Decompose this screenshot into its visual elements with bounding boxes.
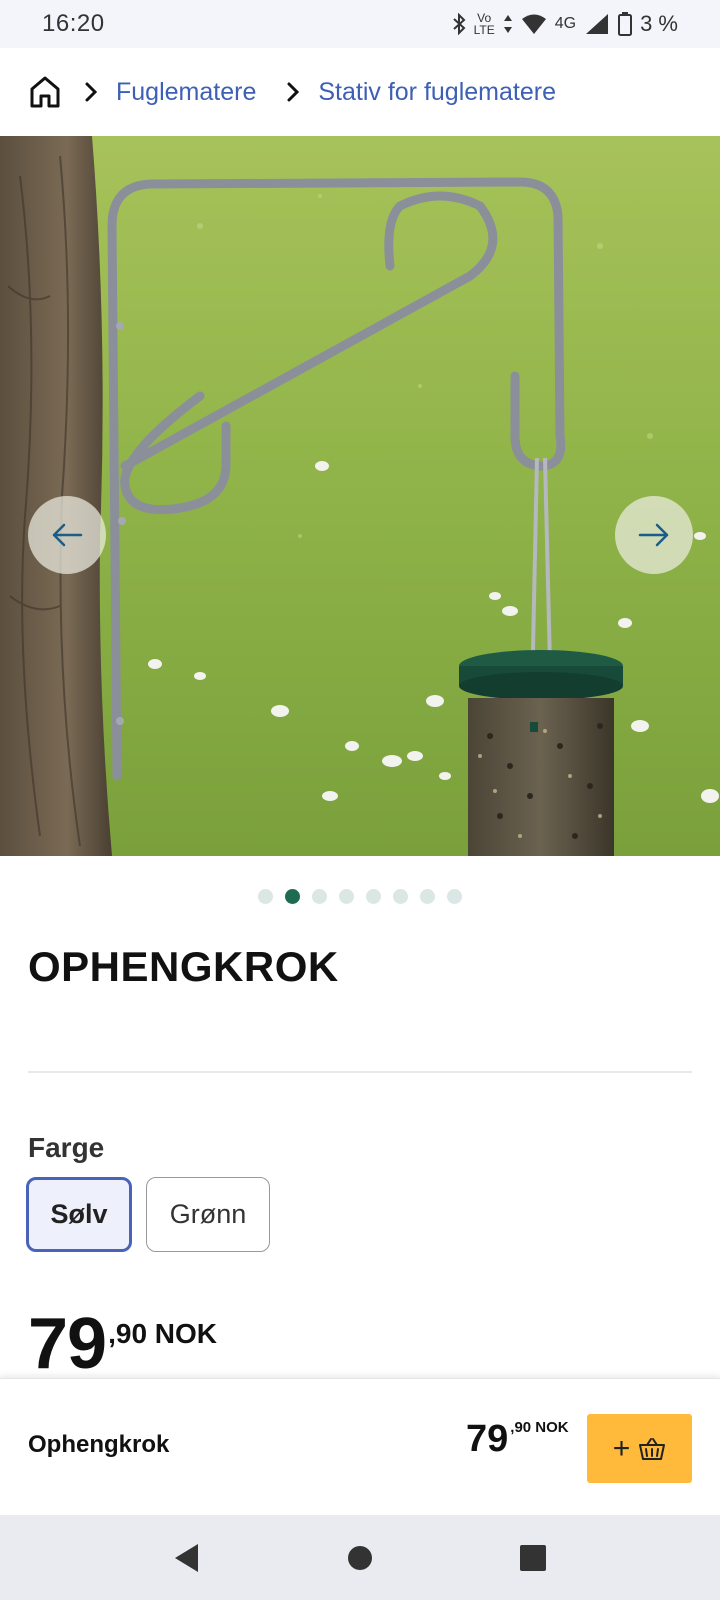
divider <box>28 1071 692 1073</box>
product-image-gallery[interactable] <box>0 136 720 856</box>
sticky-price: 79 ,90 NOK <box>466 1417 569 1461</box>
recents-icon[interactable] <box>503 1528 563 1588</box>
color-option-solv[interactable]: Sølv <box>26 1177 132 1252</box>
gallery-dot-active[interactable] <box>285 889 300 904</box>
home-icon[interactable] <box>28 75 62 109</box>
back-icon[interactable] <box>157 1528 217 1588</box>
bluetooth-icon <box>452 13 466 35</box>
gallery-pagination <box>0 889 720 904</box>
wifi-icon <box>521 14 546 34</box>
color-options: Sølv Grønn <box>26 1177 270 1252</box>
gallery-dot[interactable] <box>393 889 408 904</box>
volte-bottom-text: LTE <box>473 23 495 37</box>
basket-icon <box>639 1437 666 1460</box>
volte-indicator: Vo LTE <box>474 12 495 36</box>
gallery-dot[interactable] <box>366 889 381 904</box>
chevron-right-icon <box>76 75 106 109</box>
gallery-dot[interactable] <box>258 889 273 904</box>
arrow-left-icon <box>52 523 83 547</box>
price-decimal: ,90 NOK <box>108 1318 218 1349</box>
gallery-dot[interactable] <box>447 889 462 904</box>
battery-percent: 3 % <box>640 11 678 36</box>
data-arrows-icon <box>503 15 512 33</box>
home-circle-icon[interactable] <box>330 1528 390 1588</box>
breadcrumb: Fuglematere Stativ for fuglematere <box>0 48 720 136</box>
price-integer: 79 <box>28 1304 107 1384</box>
android-nav-bar <box>0 1515 720 1600</box>
sticky-product-name: Ophengkrok <box>28 1431 170 1458</box>
color-option-gronn[interactable]: Grønn <box>146 1177 270 1252</box>
battery-icon <box>618 12 633 36</box>
product-price: 79 ,90 NOK <box>28 1308 217 1380</box>
color-option-label: Farge <box>28 1132 105 1163</box>
gallery-next-button[interactable] <box>615 496 693 574</box>
gallery-dot[interactable] <box>339 889 354 904</box>
signal-icon <box>586 14 609 34</box>
breadcrumb-link-stativ[interactable]: Stativ for fuglematere <box>318 78 556 107</box>
sticky-price-integer: 79 <box>466 1418 509 1460</box>
chevron-right-icon <box>278 75 308 109</box>
sticky-add-to-cart-bar: Ophengkrok 79 ,90 NOK + <box>0 1378 720 1515</box>
gallery-dot[interactable] <box>420 889 435 904</box>
gallery-dot[interactable] <box>312 889 327 904</box>
add-to-basket-button[interactable]: + <box>587 1414 692 1483</box>
arrow-right-icon <box>638 523 669 547</box>
product-photo <box>0 136 720 856</box>
status-icons: Vo LTE 4G 3 % <box>452 11 678 37</box>
network-type: 4G <box>554 15 577 32</box>
status-bar: 16:20 Vo LTE 4G 3 % <box>0 0 720 48</box>
plus-icon: + <box>612 1431 631 1465</box>
breadcrumb-link-fuglematere[interactable]: Fuglematere <box>116 78 256 107</box>
product-title: OPHENGKROK <box>28 943 339 990</box>
gallery-prev-button[interactable] <box>28 496 106 574</box>
status-time: 16:20 <box>42 10 105 37</box>
sticky-price-decimal: ,90 NOK <box>510 1419 569 1436</box>
